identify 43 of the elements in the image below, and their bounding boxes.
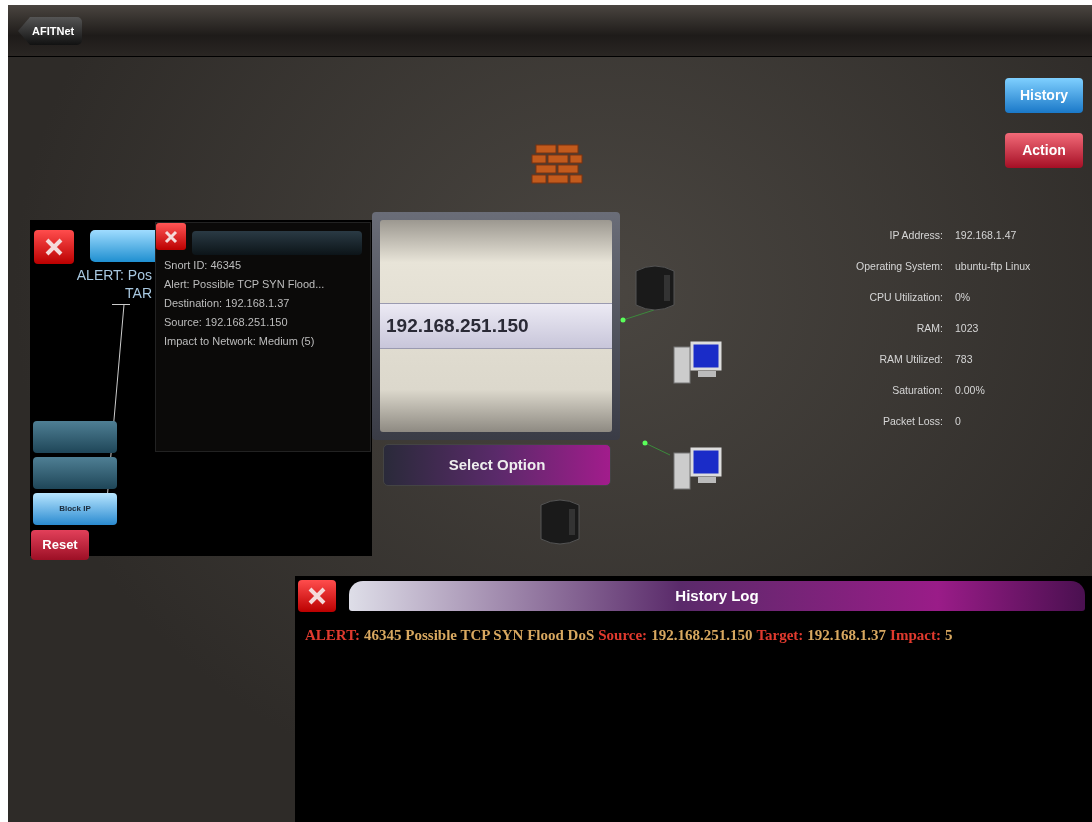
close-button[interactable]	[34, 230, 74, 264]
close-icon	[307, 586, 327, 606]
alert-detail-text: Impact to Network: Medium (5)	[164, 334, 316, 349]
info-label: Operating System:	[855, 259, 943, 274]
history-log-title-bar: History Log	[349, 581, 1085, 611]
block-ip-button[interactable]: Block IP	[33, 493, 117, 525]
info-value: 0.00%	[955, 383, 986, 398]
selected-ip-row[interactable]: 192.168.251.150	[380, 303, 612, 349]
info-label: Packet Loss:	[881, 414, 943, 429]
log-text: 192.168.251.150	[651, 626, 753, 645]
info-value: 0	[955, 414, 962, 429]
info-value: ubuntu-ftp Linux	[955, 259, 1031, 274]
alert-detail-text: Alert: Possible TCP SYN Flood...	[164, 277, 325, 292]
log-text: 46345 Possible TCP SYN Flood DoS	[364, 626, 595, 645]
info-label: CPU Utilization:	[868, 290, 943, 305]
log-text: Source:	[598, 626, 648, 645]
log-text: Impact:	[890, 626, 941, 645]
info-label: RAM Utilized:	[878, 352, 943, 367]
back-button[interactable]: AFITNet	[18, 17, 83, 45]
close-button[interactable]	[156, 223, 186, 250]
close-button[interactable]	[298, 580, 336, 612]
alert-text: TAR	[124, 284, 152, 302]
info-label: IP Address:	[888, 228, 943, 243]
log-text: Target:	[756, 626, 804, 645]
alert-text: ALERT: Pos	[75, 266, 152, 284]
info-value: 783	[955, 352, 974, 367]
alert-detail-text: Source: 192.168.251.150	[164, 315, 289, 330]
reset-button[interactable]: Reset	[31, 530, 89, 560]
info-value: 0%	[955, 290, 972, 305]
info-value: 192.168.1.47	[955, 228, 1018, 243]
info-label: RAM:	[915, 321, 943, 336]
toolbar-button[interactable]: Action	[1005, 133, 1083, 168]
connection-line	[642, 440, 670, 456]
alert-detail-text: Destination: 192.168.1.37	[164, 296, 291, 311]
log-text: ALERT:	[305, 626, 361, 645]
close-icon	[164, 229, 178, 244]
close-icon	[44, 237, 64, 257]
log-text: 5	[944, 626, 953, 645]
log-text: 192.168.1.37	[807, 626, 887, 645]
select-option-button[interactable]: Select Option	[383, 444, 611, 486]
info-value: 1023	[955, 321, 980, 336]
info-label: Saturation:	[891, 383, 943, 398]
alert-detail-text: Snort ID: 46345	[164, 258, 243, 273]
